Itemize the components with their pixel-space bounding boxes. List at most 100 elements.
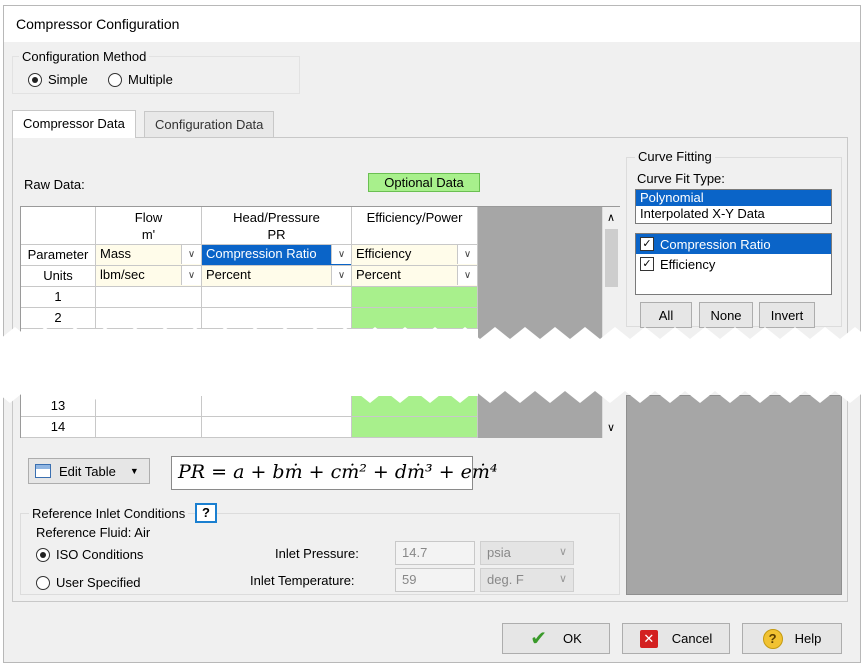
multiple-radio[interactable]: Multiple: [108, 72, 173, 87]
torn-page-break: [0, 327, 865, 403]
close-icon: ✕: [639, 629, 658, 648]
tab-configuration-data[interactable]: Configuration Data: [144, 111, 275, 137]
cancel-button-label: Cancel: [671, 631, 713, 646]
units-row-header: Units: [21, 266, 96, 287]
head-units-value: Percent: [206, 267, 251, 282]
head-cell[interactable]: [202, 287, 352, 308]
inlet-temperature-unit: deg. F: [487, 572, 524, 587]
flow-header-line2: m': [141, 227, 156, 242]
efficiency-units-select[interactable]: Percent ∨: [352, 266, 478, 287]
compression-ratio-item[interactable]: ✓ Compression Ratio: [636, 234, 831, 254]
polynomial-option[interactable]: Polynomial: [636, 190, 831, 206]
cancel-button[interactable]: ✕ Cancel: [622, 623, 730, 654]
scroll-down-arrow-icon[interactable]: ∨: [607, 421, 615, 434]
parameter-row-header: Parameter: [21, 245, 96, 266]
dropdown-arrow-icon: ▼: [129, 466, 139, 476]
checkbox-checked-icon[interactable]: ✓: [640, 237, 654, 251]
chevron-down-icon: ∨: [181, 245, 201, 264]
raw-data-label: Raw Data:: [24, 177, 85, 192]
efficiency-units-value: Percent: [356, 267, 401, 282]
chevron-down-icon: ∨: [331, 266, 351, 285]
help-icon: ?: [762, 628, 783, 649]
edit-table-label: Edit Table: [59, 463, 116, 479]
head-pressure-header-line1: Head/Pressure: [233, 210, 320, 225]
optional-data-indicator: Optional Data: [368, 173, 480, 192]
flow-cell[interactable]: [96, 287, 202, 308]
user-specified-label: User Specified: [56, 575, 141, 590]
flow-units-select[interactable]: lbm/sec ∨: [96, 266, 202, 287]
efficiency-parameter-select[interactable]: Efficiency ∨: [352, 245, 478, 266]
title-bar: Compressor Configuration: [4, 6, 860, 42]
efficiency-cell[interactable]: [352, 417, 478, 438]
chevron-down-icon: ∨: [558, 573, 567, 585]
edit-table-icon: [35, 464, 51, 478]
user-specified-radio[interactable]: User Specified: [36, 575, 141, 590]
head-cell[interactable]: [202, 417, 352, 438]
efficiency-power-header-line1: Efficiency/Power: [366, 210, 463, 225]
radio-circle: [108, 72, 122, 87]
head-pressure-header[interactable]: Head/Pressure PR: [202, 207, 352, 245]
inlet-pressure-unit-select[interactable]: psia ∨: [480, 541, 574, 565]
head-parameter-select[interactable]: Compression Ratio ∨: [202, 245, 352, 266]
head-parameter-value: Compression Ratio: [206, 246, 317, 261]
inlet-temperature-label: Inlet Temperature:: [250, 573, 355, 588]
chevron-down-icon: ∨: [558, 546, 567, 558]
tab-compressor-data[interactable]: Compressor Data: [12, 110, 136, 138]
head-pressure-header-line2: PR: [267, 227, 286, 242]
efficiency-power-header[interactable]: Efficiency/Power: [352, 207, 478, 245]
dialog-title: Compressor Configuration: [16, 16, 180, 32]
efficiency-cell[interactable]: [352, 287, 478, 308]
compression-ratio-label: Compression Ratio: [660, 236, 771, 252]
iso-conditions-radio[interactable]: ISO Conditions: [36, 547, 143, 562]
flow-header-line1: Flow: [134, 210, 163, 225]
configuration-method-label: Configuration Method: [19, 49, 150, 64]
flow-header[interactable]: Flow m': [96, 207, 202, 245]
corner-header: [21, 207, 96, 245]
inlet-pressure-unit: psia: [487, 545, 511, 560]
tab-compressor-data-label: Compressor Data: [23, 116, 125, 131]
chevron-down-icon: ∨: [457, 266, 477, 285]
curve-preview-area: [626, 395, 842, 595]
row-number: 14: [21, 417, 96, 438]
checkbox-checked-icon[interactable]: ✓: [640, 257, 654, 271]
ok-button-label: OK: [562, 631, 582, 646]
help-button[interactable]: ? Help: [742, 623, 842, 654]
curve-fitting-label: Curve Fitting: [635, 149, 715, 164]
curve-formula: PR = a + bṁ + cṁ² + dṁ³ + eṁ⁴: [171, 456, 498, 490]
inlet-temperature-field[interactable]: 59: [395, 568, 475, 592]
row-number: 1: [21, 287, 96, 308]
curves-checklist[interactable]: ✓ Compression Ratio ✓ Efficiency: [635, 233, 832, 295]
tab-configuration-data-label: Configuration Data: [155, 117, 264, 132]
radio-circle: [28, 72, 42, 87]
scroll-thumb[interactable]: [605, 229, 618, 287]
inlet-pressure-label: Inlet Pressure:: [275, 546, 359, 561]
inlet-temperature-value: 59: [402, 572, 417, 587]
efficiency-label: Efficiency: [660, 256, 716, 272]
inlet-temperature-unit-select[interactable]: deg. F ∨: [480, 568, 574, 592]
simple-label: Simple: [48, 72, 88, 87]
scroll-up-arrow-icon[interactable]: ∧: [607, 211, 615, 224]
efficiency-parameter-value: Efficiency: [356, 246, 412, 261]
ok-button[interactable]: ✔ OK: [502, 623, 610, 654]
flow-cell[interactable]: [96, 417, 202, 438]
edit-table-button[interactable]: Edit Table ▼: [28, 458, 150, 484]
multiple-label: Multiple: [128, 72, 173, 87]
optional-data-label: Optional Data: [384, 175, 464, 190]
chevron-down-icon: ∨: [181, 266, 201, 285]
help-question-icon[interactable]: ?: [195, 503, 217, 523]
efficiency-item[interactable]: ✓ Efficiency: [636, 254, 831, 274]
reference-fluid-label: Reference Fluid: Air: [36, 525, 151, 540]
inlet-pressure-field[interactable]: 14.7: [395, 541, 475, 565]
radio-circle: [36, 575, 50, 590]
formula-text: PR = a + bṁ + cṁ² + dṁ³ + eṁ⁴: [178, 461, 498, 483]
simple-radio[interactable]: Simple: [28, 72, 88, 87]
flow-parameter-value: Mass: [100, 246, 132, 261]
interpolated-option[interactable]: Interpolated X-Y Data: [636, 206, 831, 222]
head-units-select[interactable]: Percent ∨: [202, 266, 352, 287]
reference-inlet-label: Reference Inlet Conditions: [29, 506, 189, 521]
flow-parameter-select[interactable]: Mass ∨: [96, 245, 202, 266]
inlet-pressure-value: 14.7: [402, 545, 428, 560]
curve-fit-type-list[interactable]: Polynomial Interpolated X-Y Data: [635, 189, 832, 224]
radio-circle: [36, 547, 50, 562]
torn-edge-shape: [0, 327, 865, 403]
